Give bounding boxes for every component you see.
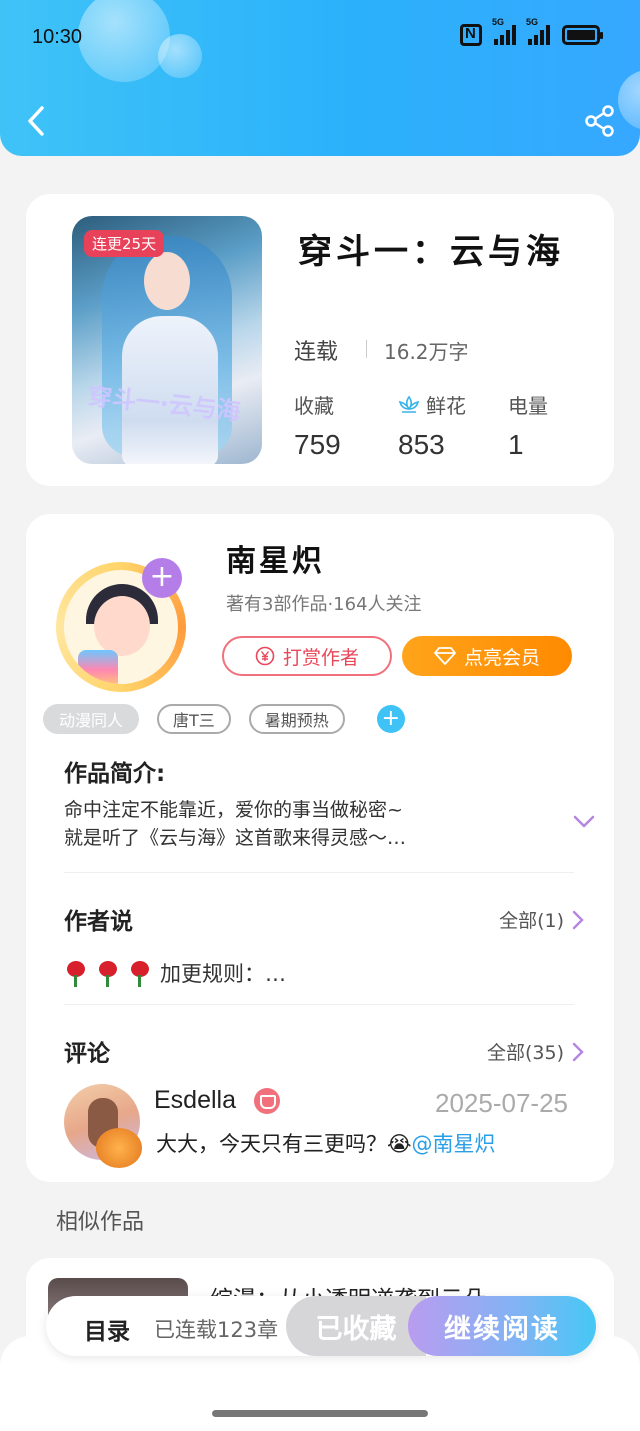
chevron-down-icon[interactable] bbox=[572, 814, 596, 830]
author-say-title: 作者说 bbox=[64, 909, 133, 935]
rose-icon bbox=[128, 959, 152, 987]
vip-label: 点亮会员 bbox=[463, 646, 540, 669]
commenter-name-row: Esdella bbox=[154, 1086, 280, 1115]
author-detail-card: + 南星炽 著有3部作品·164人关注 打赏作者 点亮会员 动漫同人 唐T三 暑… bbox=[26, 514, 614, 1182]
book-info-card: 穿斗一·云与海 连更25天 穿斗一：云与海 连载 16.2万字 收藏 759 鲜… bbox=[26, 194, 614, 486]
network-type: 5G bbox=[526, 17, 539, 27]
comment-body: 大大，今天只有三更吗？😭 bbox=[156, 1132, 412, 1156]
stat-flowers: 鲜花 853 bbox=[398, 390, 466, 461]
tag-chip[interactable]: 唐T三 bbox=[157, 704, 231, 734]
serial-status: 连载 bbox=[294, 340, 339, 365]
battery-icon bbox=[562, 25, 603, 45]
tip-label: 打赏作者 bbox=[282, 646, 359, 669]
network-type: 5G bbox=[492, 17, 505, 27]
book-cover[interactable]: 穿斗一·云与海 连更25天 bbox=[72, 216, 262, 464]
word-count: 16.2万字 bbox=[384, 340, 469, 364]
bottom-action-bar: 目录 已连载123章 已收藏 继续阅读 bbox=[46, 1296, 596, 1356]
home-indicator[interactable] bbox=[212, 1410, 428, 1417]
follow-plus-icon[interactable]: + bbox=[142, 558, 182, 598]
chapter-count[interactable]: 已连载123章 bbox=[154, 1314, 278, 1344]
divider bbox=[64, 872, 574, 873]
comment-date: 2025-07-25 bbox=[435, 1088, 568, 1118]
favorited-button[interactable]: 已收藏 bbox=[286, 1296, 426, 1356]
author-name[interactable]: 南星炽 bbox=[226, 536, 325, 580]
status-icons: 5G 5G bbox=[460, 17, 603, 46]
signal-icon: 5G bbox=[526, 17, 550, 45]
tag-chip[interactable]: 暑期预热 bbox=[248, 704, 345, 734]
rose-icon bbox=[96, 959, 120, 987]
decor-bubble bbox=[158, 34, 202, 78]
back-button[interactable] bbox=[22, 104, 52, 138]
similar-works-title: 相似作品 bbox=[56, 1210, 145, 1235]
catalog-button[interactable]: 目录 bbox=[84, 1312, 130, 1346]
stat-label: 电量 bbox=[508, 394, 548, 418]
stat-favorites: 收藏 759 bbox=[294, 390, 341, 461]
see-all-label: 全部(1) bbox=[499, 910, 564, 932]
add-tag-icon[interactable]: + bbox=[376, 705, 405, 733]
activate-vip-button[interactable]: 点亮会员 bbox=[402, 636, 572, 676]
author-meta: 著有3部作品·164人关注 bbox=[226, 594, 422, 615]
decor-bubble bbox=[618, 70, 640, 130]
stat-value: 1 bbox=[508, 429, 524, 460]
status-time: 10:30 bbox=[32, 26, 83, 48]
diamond-icon bbox=[434, 647, 456, 665]
stat-label: 收藏 bbox=[294, 394, 334, 418]
rose-icon bbox=[64, 959, 88, 987]
stat-power: 电量 1 bbox=[508, 390, 548, 461]
chevron-right-icon bbox=[572, 910, 584, 929]
yen-coin-icon bbox=[255, 646, 275, 666]
book-title: 穿斗一：云与海 bbox=[298, 232, 564, 272]
divider bbox=[64, 1004, 574, 1005]
see-all-label: 全部(35) bbox=[486, 1042, 564, 1064]
vip-gem-icon bbox=[254, 1087, 280, 1114]
comments-title: 评论 bbox=[64, 1041, 110, 1067]
lotus-icon bbox=[398, 395, 420, 413]
comment-text[interactable]: 大大，今天只有三更吗？😭@南星炽 bbox=[156, 1128, 496, 1158]
divider bbox=[366, 340, 367, 358]
commenter-name[interactable]: Esdella bbox=[154, 1086, 236, 1115]
header-bar: 10:30 5G 5G bbox=[0, 0, 640, 156]
stat-value: 759 bbox=[294, 429, 341, 460]
intro-line: 命中注定不能靠近，爱你的事当做秘密~ bbox=[64, 799, 403, 821]
nfc-icon bbox=[460, 24, 482, 46]
author-say-text[interactable]: 加更规则：… bbox=[64, 958, 286, 988]
signal-icon: 5G bbox=[492, 17, 516, 45]
decor-bubble bbox=[78, 0, 170, 82]
stat-label: 鲜花 bbox=[426, 394, 466, 418]
comments-see-all[interactable]: 全部(35) bbox=[487, 1038, 584, 1065]
stat-value: 853 bbox=[398, 429, 445, 460]
comment-mention[interactable]: @南星炽 bbox=[412, 1132, 496, 1156]
avatar-frame-decor bbox=[96, 1128, 142, 1168]
share-icon bbox=[585, 105, 614, 137]
tag-list: 动漫同人 唐T三 暑期预热 + bbox=[43, 704, 405, 734]
chevron-right-icon bbox=[572, 1042, 584, 1061]
update-streak-badge: 连更25天 bbox=[84, 230, 165, 257]
share-button[interactable] bbox=[584, 104, 616, 138]
intro-title: 作品简介: bbox=[64, 761, 166, 787]
author-say-content: 加更规则：… bbox=[160, 962, 286, 986]
tag-chip[interactable]: 动漫同人 bbox=[43, 704, 140, 734]
chevron-left-icon bbox=[28, 106, 44, 136]
intro-line: 就是听了《云与海》这首歌来得灵感～… bbox=[64, 827, 407, 849]
tip-author-button[interactable]: 打赏作者 bbox=[222, 636, 392, 676]
continue-reading-button[interactable]: 继续阅读 bbox=[408, 1296, 596, 1356]
intro-text[interactable]: 命中注定不能靠近，爱你的事当做秘密~ 就是听了《云与海》这首歌来得灵感～… bbox=[64, 796, 544, 852]
author-say-see-all[interactable]: 全部(1) bbox=[499, 906, 584, 933]
